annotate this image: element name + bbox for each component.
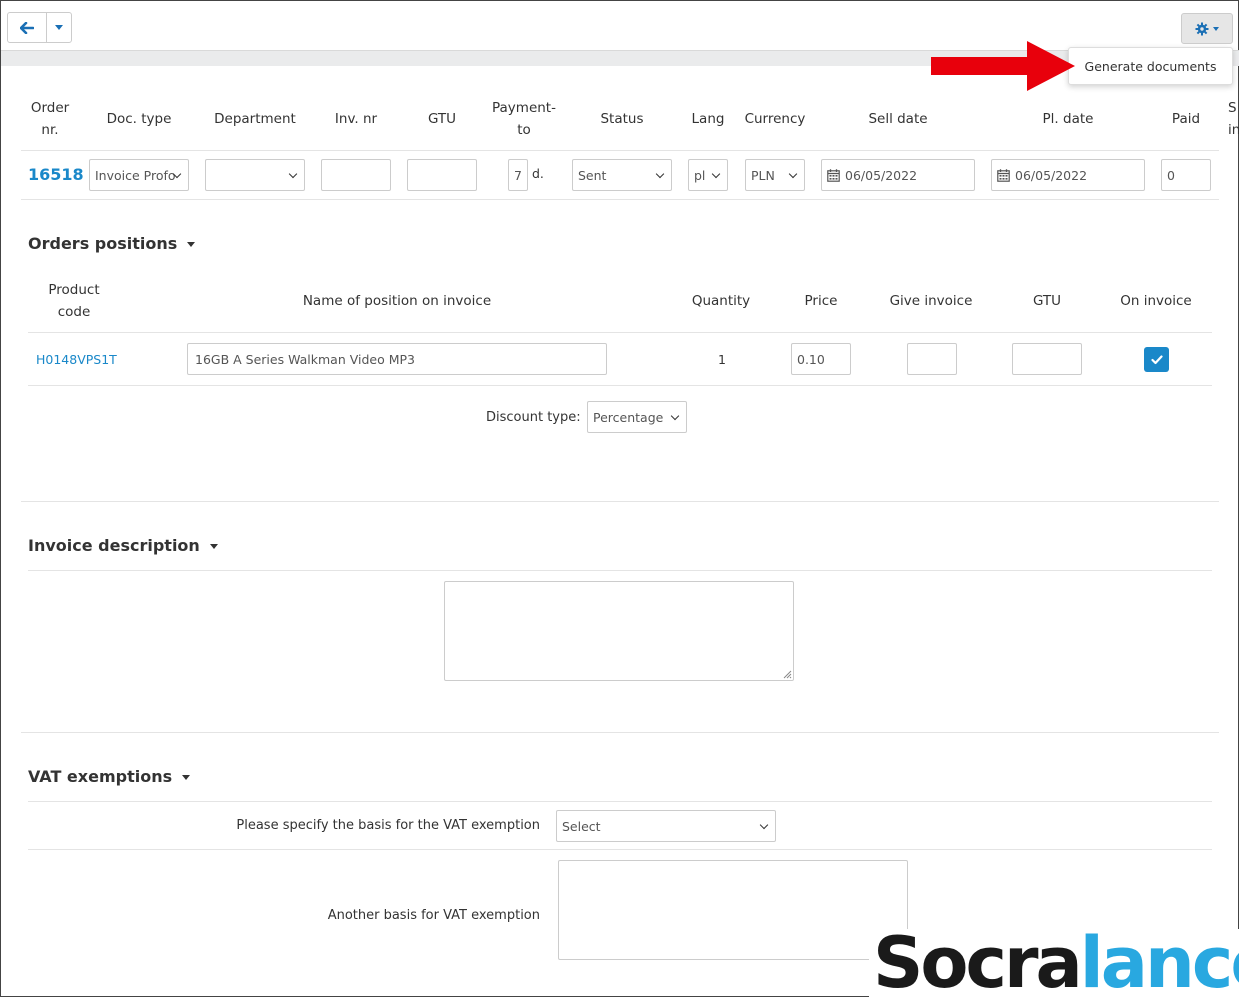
- department-select[interactable]: [205, 159, 305, 191]
- invoice-description-title[interactable]: Invoice description: [28, 536, 218, 555]
- header-give-invoice: Give invoice: [889, 293, 973, 309]
- header-positions-gtu: GTU: [1032, 293, 1062, 309]
- header-price: Price: [804, 293, 838, 309]
- calendar-icon: [997, 168, 1010, 182]
- back-button[interactable]: [7, 12, 47, 43]
- pl-date-input[interactable]: 06/05/2022: [991, 159, 1145, 191]
- header-pl-date: Pl. date: [1042, 111, 1094, 127]
- currency-select[interactable]: PLN: [745, 159, 805, 191]
- position-gtu-input[interactable]: [1012, 343, 1082, 375]
- vat-exemptions-divider: [28, 801, 1212, 802]
- quantity-value: 1: [718, 352, 726, 367]
- chevron-down-icon: [209, 544, 218, 549]
- inv-nr-input[interactable]: [321, 159, 391, 191]
- logo-part-dark: Socra: [873, 922, 1083, 1004]
- header-quantity: Quantity: [691, 293, 751, 309]
- paid-input[interactable]: 0: [1161, 159, 1211, 191]
- sell-date-value: 06/05/2022: [845, 167, 918, 183]
- order-number-link[interactable]: 16518: [28, 165, 84, 184]
- resize-handle-icon[interactable]: [782, 669, 792, 679]
- pl-date-value: 06/05/2022: [1015, 167, 1088, 183]
- back-options-button[interactable]: [46, 12, 72, 43]
- generate-documents-menu-item[interactable]: Generate documents: [1068, 47, 1233, 85]
- doc-type-select[interactable]: Invoice Profo: [89, 159, 189, 191]
- check-icon: [1150, 354, 1163, 364]
- chevron-down-icon: [182, 775, 191, 780]
- orders-positions-title-text: Orders positions: [28, 234, 178, 253]
- header-position-name: Name of position on invoice: [302, 293, 492, 309]
- another-basis-label: Another basis for VAT exemption: [327, 908, 540, 923]
- invoice-description-divider: [28, 570, 1212, 571]
- header-inv-nr: Inv. nr: [334, 111, 378, 127]
- orders-positions-title[interactable]: Orders positions: [28, 234, 196, 253]
- calendar-icon: [827, 168, 840, 182]
- header-sell-date: Sell date: [868, 111, 928, 127]
- payment-unit-label: d.: [532, 166, 544, 181]
- header-gtu: GTU: [427, 111, 457, 127]
- header-paid: Paid: [1171, 111, 1201, 127]
- payment-days-input[interactable]: 7: [508, 159, 528, 191]
- generate-documents-label: Generate documents: [1084, 58, 1217, 74]
- give-invoice-input[interactable]: [907, 343, 957, 375]
- another-basis-textarea[interactable]: [558, 860, 908, 960]
- vat-basis-label: Please specify the basis for the VAT exe…: [236, 818, 540, 833]
- header-on-invoice: On invoice: [1120, 293, 1192, 309]
- sell-date-input[interactable]: 06/05/2022: [821, 159, 975, 191]
- price-input[interactable]: 0.10: [791, 343, 851, 375]
- vat-basis-select[interactable]: Select: [556, 810, 776, 842]
- vat-exemptions-title-text: VAT exemptions: [28, 767, 173, 786]
- order-table-header-divider: [21, 150, 1219, 151]
- header-currency: Currency: [744, 111, 806, 127]
- positions-header-divider: [28, 332, 1212, 333]
- annotation-arrow-icon: [931, 41, 1075, 91]
- header-overflow-fragment: Sin: [1228, 100, 1239, 138]
- header-department: Department: [214, 111, 296, 127]
- section-divider-1: [21, 501, 1219, 502]
- settings-caret-icon: [1213, 26, 1219, 31]
- status-select[interactable]: Sent: [572, 159, 672, 191]
- logo-part-blue: lance: [1079, 922, 1239, 1004]
- header-order-nr: Order nr.: [30, 100, 70, 138]
- header-payment-to: Payment- to: [492, 100, 556, 138]
- header-lang: Lang: [691, 111, 725, 127]
- section-divider-2: [21, 732, 1219, 733]
- vat-exemptions-title[interactable]: VAT exemptions: [28, 767, 191, 786]
- gtu-input[interactable]: [407, 159, 477, 191]
- header-product-code: Product code: [48, 282, 100, 320]
- discount-type-select[interactable]: Percentage: [587, 401, 687, 433]
- lang-select[interactable]: pl: [688, 159, 728, 191]
- product-code-link[interactable]: H0148VPS1T: [36, 352, 117, 367]
- header-status: Status: [600, 111, 644, 127]
- socralance-logo: Socralance: [869, 928, 1239, 998]
- invoice-description-title-text: Invoice description: [28, 536, 200, 555]
- arrow-left-icon: [20, 21, 34, 34]
- gear-icon: [1195, 22, 1209, 35]
- positions-row-divider: [28, 385, 1212, 386]
- discount-type-label: Discount type:: [486, 410, 581, 425]
- invoice-description-textarea[interactable]: [444, 581, 794, 681]
- chevron-down-icon: [55, 25, 63, 30]
- order-table-row-divider: [21, 199, 1219, 200]
- position-name-input[interactable]: 16GB A Series Walkman Video MP3: [187, 343, 607, 375]
- header-doc-type: Doc. type: [106, 111, 172, 127]
- on-invoice-checkbox[interactable]: [1144, 347, 1169, 372]
- vat-basis-divider: [28, 849, 1212, 850]
- settings-button[interactable]: [1181, 13, 1233, 44]
- chevron-down-icon: [187, 242, 196, 247]
